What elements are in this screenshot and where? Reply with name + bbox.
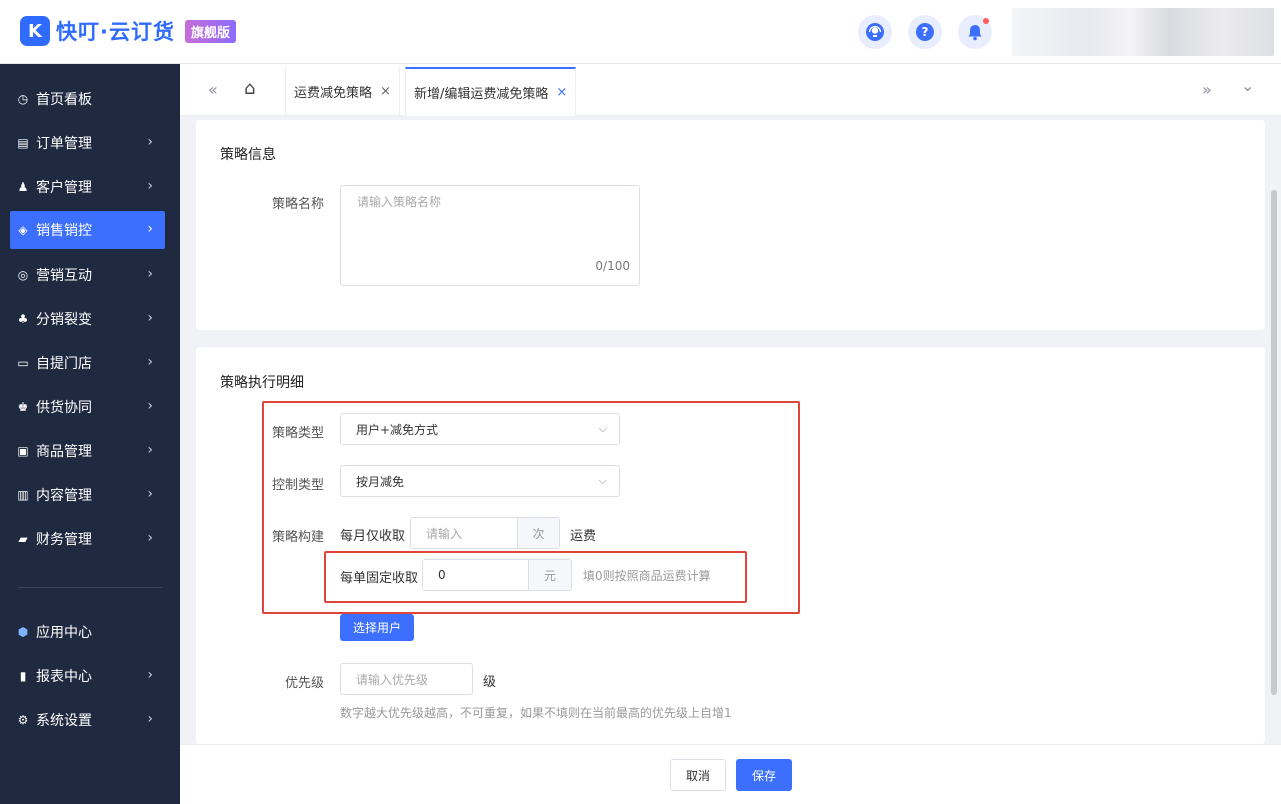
chevron-right-icon: ›: [147, 711, 153, 727]
chevron-down-icon[interactable]: ⌄: [1241, 76, 1254, 95]
char-counter: 0/100: [595, 259, 630, 273]
chevron-right-icon: ›: [147, 667, 153, 683]
sidebar-item-label: 应用中心: [36, 625, 92, 641]
sidebar-item-orders[interactable]: ▤ 订单管理 ›: [10, 124, 165, 162]
content-icon: ▥: [17, 488, 29, 502]
marketing-icon: ◎: [17, 268, 29, 282]
sidebar-item-label: 商品管理: [36, 444, 92, 460]
priority-label: 优先级: [284, 676, 324, 691]
sidebar-item-label: 报表中心: [36, 669, 92, 685]
sidebar-item-label: 系统设置: [36, 713, 92, 729]
user-info-blurred[interactable]: [1012, 8, 1274, 56]
close-icon[interactable]: ×: [380, 84, 391, 99]
section-title-detail: 策略执行明细: [220, 375, 304, 391]
tabs-scroll-right-icon[interactable]: »: [1202, 80, 1212, 99]
chevron-right-icon: ›: [147, 442, 153, 458]
sidebar-item-label: 内容管理: [36, 488, 92, 504]
select-user-button[interactable]: 选择用户: [340, 614, 414, 641]
priority-hint: 数字越大优先级越高，不可重复，如果不填则在当前最高的优先级上自增1: [340, 706, 732, 720]
highlight-box-inner: [324, 551, 747, 603]
help-glyph: ?: [916, 23, 934, 41]
sidebar: ◷ 首页看板 ▤ 订单管理 › ♟ 客户管理 › ◈ 销售销控 › ◎ 营销互动…: [0, 64, 180, 804]
app-center-icon: ⬢: [17, 625, 29, 639]
sidebar-item-label: 分销裂变: [36, 312, 92, 328]
sidebar-item-sales[interactable]: ◈ 销售销控 ›: [10, 211, 165, 249]
distribution-icon: ♣: [17, 312, 29, 326]
tab-label: 新增/编辑运费减免策略: [414, 87, 549, 102]
sidebar-item-reports[interactable]: ▮ 报表中心 ›: [10, 657, 165, 695]
logo-mark-icon: K: [20, 16, 50, 46]
tabs-scroll-left-icon[interactable]: «: [208, 80, 218, 99]
chevron-right-icon: ›: [147, 310, 153, 326]
sidebar-item-label: 营销互动: [36, 268, 92, 284]
chevron-right-icon: ›: [147, 530, 153, 546]
help-icon[interactable]: ?: [908, 15, 942, 49]
tab-label: 运费减免策略: [294, 86, 373, 101]
sidebar-item-label: 供货协同: [36, 400, 92, 416]
sidebar-item-app-center[interactable]: ⬢ 应用中心: [10, 613, 165, 651]
bell-icon[interactable]: [958, 15, 992, 49]
app-logo[interactable]: K 快叮·云订货 旗舰版: [20, 16, 236, 46]
finance-icon: ▰: [18, 532, 28, 546]
form-footer: 取消 保存: [180, 744, 1281, 804]
home-icon[interactable]: ⌂: [244, 78, 255, 99]
sidebar-item-label: 首页看板: [36, 92, 92, 108]
scrollbar[interactable]: [1271, 190, 1277, 695]
report-icon: ▮: [19, 669, 27, 683]
order-icon: ▤: [17, 136, 29, 150]
sidebar-item-label: 订单管理: [36, 136, 92, 152]
strategy-name-textarea[interactable]: 请输入策略名称 0/100: [340, 185, 640, 286]
priority-unit: 级: [483, 675, 497, 690]
sidebar-item-dashboard[interactable]: ◷ 首页看板: [10, 80, 165, 118]
sidebar-item-supply[interactable]: ♚ 供货协同 ›: [10, 388, 165, 426]
sidebar-item-finance[interactable]: ▰ 财务管理 ›: [10, 520, 165, 558]
chevron-right-icon: ›: [147, 221, 153, 237]
goods-icon: ▣: [17, 444, 29, 458]
notification-dot: [983, 18, 989, 24]
sidebar-item-label: 销售销控: [36, 223, 92, 239]
tab-edit-freight-strategy[interactable]: 新增/编辑运费减免策略 ×: [405, 67, 577, 116]
chevron-right-icon: ›: [147, 398, 153, 414]
sales-tag-icon: ◈: [18, 223, 28, 237]
sidebar-item-settings[interactable]: ⚙ 系统设置 ›: [10, 701, 165, 739]
sidebar-divider: [18, 587, 162, 588]
edition-badge: 旗舰版: [184, 19, 236, 43]
priority-input[interactable]: 请输入优先级: [340, 663, 473, 695]
section-title-info: 策略信息: [220, 147, 276, 163]
chevron-right-icon: ›: [147, 486, 153, 502]
chevron-right-icon: ›: [147, 178, 153, 194]
sidebar-item-customers[interactable]: ♟ 客户管理 ›: [10, 168, 165, 206]
app-name: 快叮·云订货: [56, 20, 175, 44]
tab-freight-strategy[interactable]: 运费减免策略 ×: [285, 67, 400, 116]
supply-icon: ♚: [17, 400, 29, 414]
customer-icon: ♟: [17, 180, 29, 194]
close-icon[interactable]: ×: [556, 85, 567, 100]
strategy-name-placeholder: 请输入策略名称: [357, 195, 442, 209]
customer-service-icon[interactable]: [858, 15, 892, 49]
sidebar-item-goods[interactable]: ▣ 商品管理 ›: [10, 432, 165, 470]
sidebar-item-marketing[interactable]: ◎ 营销互动 ›: [10, 256, 165, 294]
sidebar-item-label: 自提门店: [36, 356, 92, 372]
sidebar-item-distribution[interactable]: ♣ 分销裂变 ›: [10, 300, 165, 338]
chevron-right-icon: ›: [147, 266, 153, 282]
cancel-button[interactable]: 取消: [670, 759, 726, 791]
save-button[interactable]: 保存: [736, 759, 792, 791]
sidebar-item-store[interactable]: ▭ 自提门店 ›: [10, 344, 165, 382]
chevron-right-icon: ›: [147, 134, 153, 150]
settings-icon: ⚙: [17, 713, 29, 727]
tab-bar: « ⌂ 运费减免策略 × 新增/编辑运费减免策略 × » ⌄: [180, 64, 1281, 116]
store-icon: ▭: [17, 356, 29, 370]
sidebar-item-label: 客户管理: [36, 180, 92, 196]
chevron-right-icon: ›: [147, 354, 153, 370]
strategy-name-label: 策略名称: [271, 197, 324, 212]
dashboard-icon: ◷: [17, 92, 29, 106]
top-header: K 快叮·云订货 旗舰版 ?: [0, 0, 1281, 64]
sidebar-item-content[interactable]: ▥ 内容管理 ›: [10, 476, 165, 514]
sidebar-item-label: 财务管理: [36, 532, 92, 548]
